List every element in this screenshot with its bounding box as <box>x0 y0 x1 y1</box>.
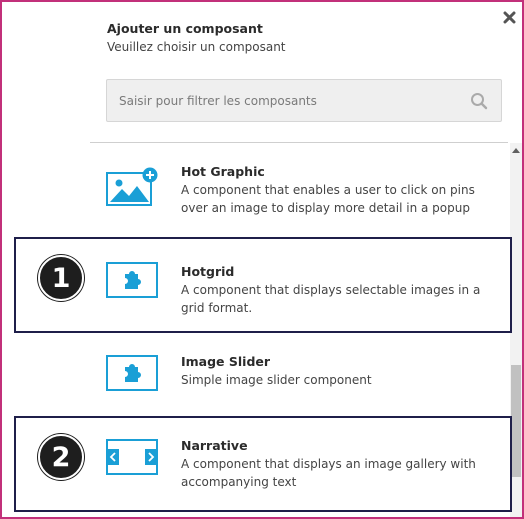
highlight-box-narrative <box>14 416 512 512</box>
dialog-subtitle: Veuillez choisir un composant <box>107 40 286 54</box>
component-description: Simple image slider component <box>181 373 372 387</box>
close-button[interactable] <box>500 8 518 26</box>
search-box[interactable] <box>106 79 502 122</box>
dialog-header: Ajouter un composant Veuillez choisir un… <box>107 21 286 54</box>
component-name: Image Slider <box>181 354 271 369</box>
scroll-up-arrow-icon[interactable] <box>512 148 520 153</box>
component-item-hot-graphic[interactable]: Hot Graphic A component that enables a u… <box>90 157 508 227</box>
add-component-dialog: Ajouter un composant Veuillez choisir un… <box>0 0 524 519</box>
image-add-icon <box>106 167 158 211</box>
component-description: A component that enables a user to click… <box>181 183 475 215</box>
component-name: Hot Graphic <box>181 164 265 179</box>
scrollbar-thumb[interactable] <box>511 365 521 477</box>
dialog-title: Ajouter un composant <box>107 21 263 36</box>
component-item-image-slider[interactable]: Image Slider Simple image slider compone… <box>90 343 508 409</box>
step-badge: 2 <box>38 434 84 480</box>
highlight-box-hotgrid <box>14 237 512 333</box>
search-input[interactable] <box>119 93 469 108</box>
search-icon[interactable] <box>469 91 489 111</box>
step-badge: 1 <box>38 255 84 301</box>
puzzle-piece-icon <box>106 355 158 395</box>
close-icon <box>503 11 515 23</box>
